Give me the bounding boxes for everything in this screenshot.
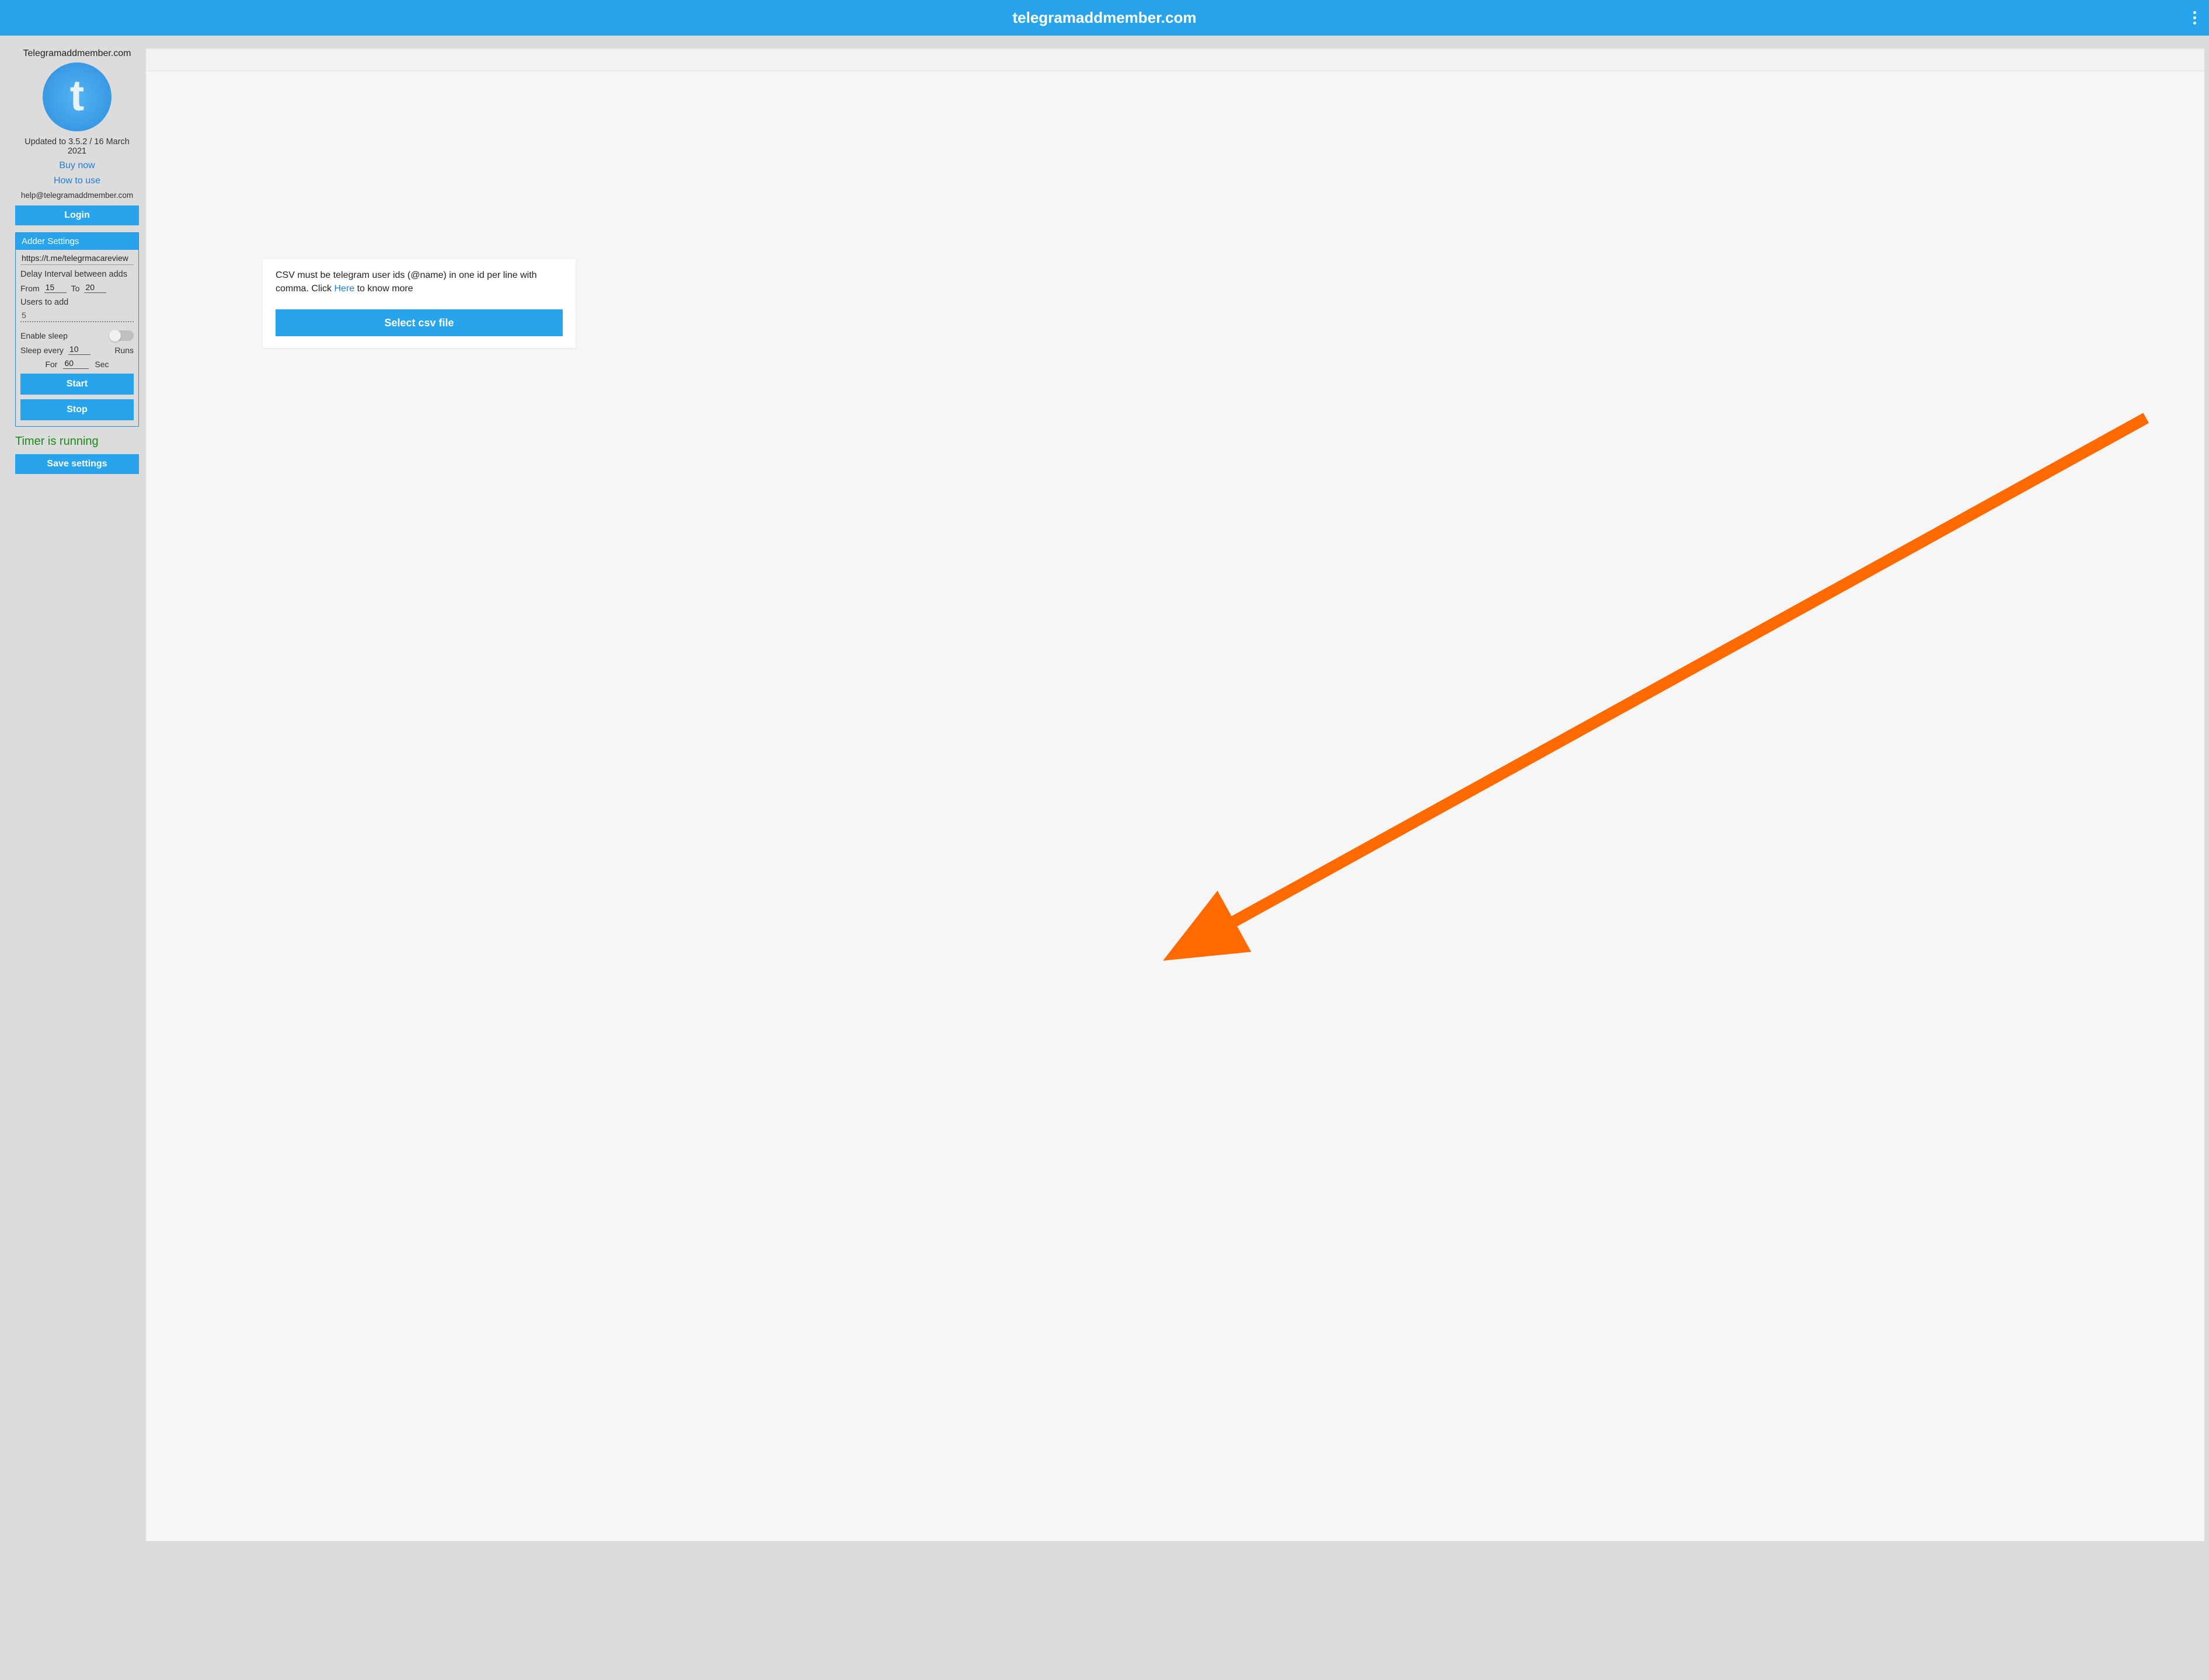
- version-line: Updated to 3.5.2 / 16 March 2021: [15, 137, 139, 156]
- delay-from-input[interactable]: [44, 283, 67, 293]
- sleep-for-input[interactable]: [63, 358, 89, 369]
- delay-to-input[interactable]: [84, 283, 106, 293]
- to-label: To: [71, 284, 80, 293]
- from-label: From: [20, 284, 40, 293]
- header-kebab-menu[interactable]: [2193, 0, 2196, 36]
- brand-name: Telegramaddmember.com: [15, 48, 139, 59]
- csv-info-text: CSV must be telegram user ids (@name) in…: [276, 269, 563, 295]
- help-email: help@telegramaddmember.com: [15, 191, 139, 200]
- group-url-input[interactable]: [20, 250, 134, 265]
- sleep-every-input[interactable]: [68, 344, 90, 355]
- delay-label: Delay Interval between adds: [20, 270, 134, 279]
- brand-logo: t: [43, 62, 112, 131]
- csv-info-rest: to know more: [354, 284, 413, 294]
- sidebar: Telegramaddmember.com t Updated to 3.5.2…: [15, 48, 139, 1541]
- app-header: telegramaddmember.com: [0, 0, 2209, 36]
- select-csv-button[interactable]: Select csv file: [276, 309, 563, 336]
- sec-label: Sec: [95, 360, 109, 369]
- for-label: For: [45, 360, 57, 369]
- start-button[interactable]: Start: [20, 374, 134, 395]
- save-settings-button[interactable]: Save settings: [15, 454, 139, 474]
- main-pane: CSV must be telegram user ids (@name) in…: [146, 48, 2204, 1541]
- users-to-add-label: Users to add: [20, 298, 134, 307]
- brand-logo-letter: t: [70, 74, 85, 117]
- adder-settings-panel: Adder Settings Delay Interval between ad…: [15, 232, 139, 427]
- buy-now-link[interactable]: Buy now: [15, 161, 139, 171]
- kebab-icon: [2193, 11, 2196, 25]
- enable-sleep-label: Enable sleep: [20, 331, 68, 340]
- csv-here-link[interactable]: Here: [334, 284, 354, 294]
- stop-button[interactable]: Stop: [20, 399, 134, 420]
- app-title: telegramaddmember.com: [1012, 9, 1196, 27]
- runs-label: Runs: [114, 346, 134, 355]
- sleep-every-label: Sleep every: [20, 346, 64, 355]
- login-button[interactable]: Login: [15, 205, 139, 225]
- csv-upload-card: CSV must be telegram user ids (@name) in…: [263, 259, 576, 348]
- main-topstrip: [146, 49, 2204, 71]
- timer-status: Timer is running: [15, 435, 139, 448]
- how-to-use-link[interactable]: How to use: [15, 176, 139, 186]
- enable-sleep-toggle[interactable]: [110, 330, 134, 341]
- users-to-add-input[interactable]: [20, 311, 134, 322]
- panel-title: Adder Settings: [16, 233, 138, 250]
- csv-info-click: Click: [311, 284, 334, 294]
